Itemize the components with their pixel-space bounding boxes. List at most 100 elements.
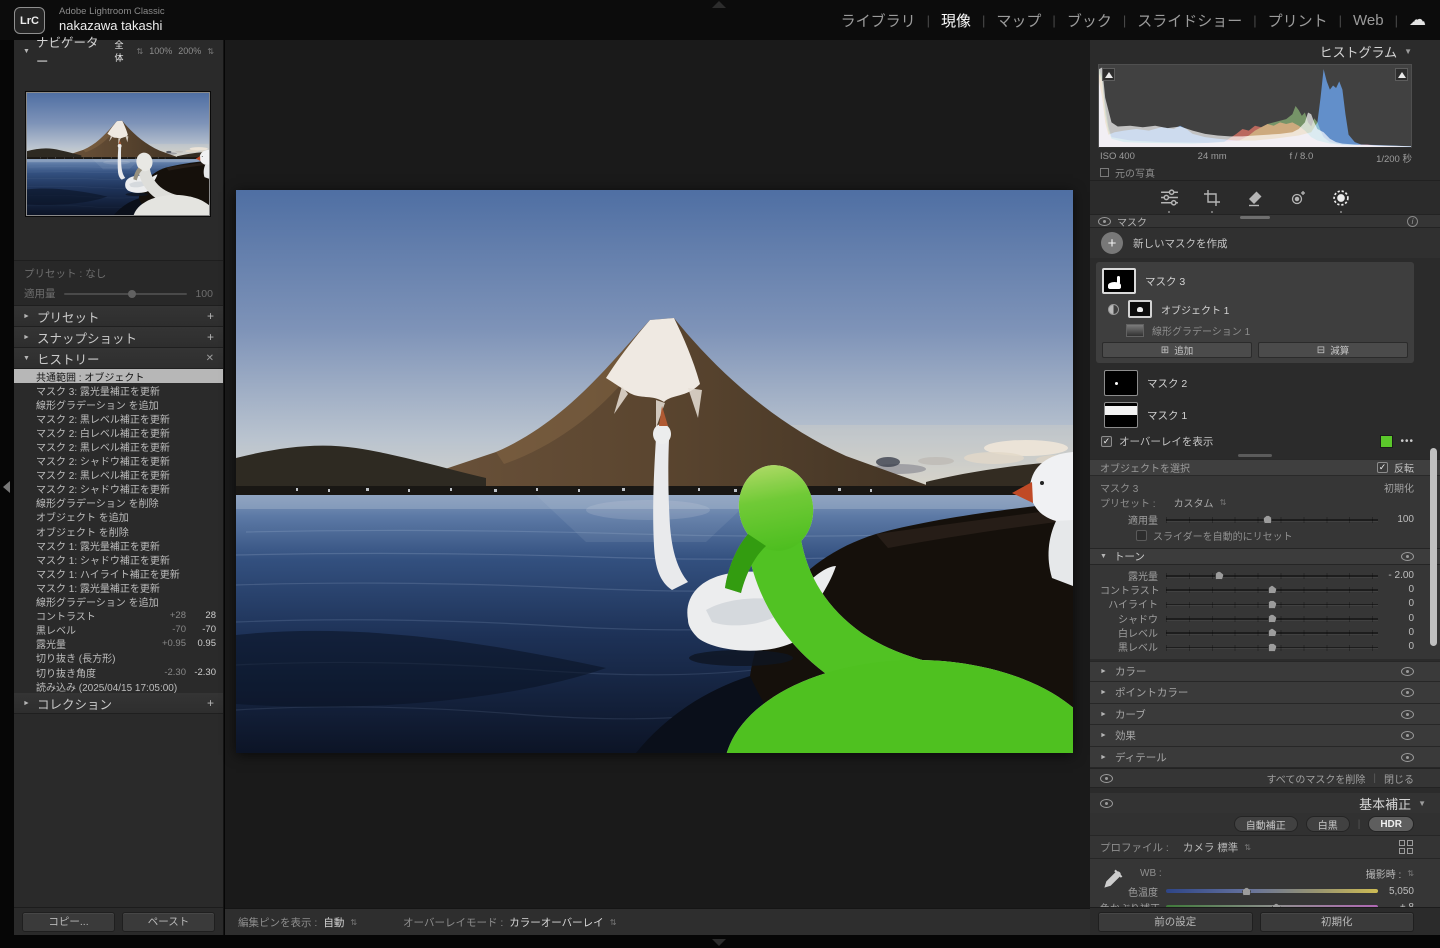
panel-drag-handle[interactable] (1238, 454, 1272, 457)
tone-slider-track[interactable] (1166, 598, 1378, 610)
zoom-200-option[interactable]: 200% (178, 46, 201, 56)
presets-section-header[interactable]: ► プリセット + (14, 306, 223, 327)
module-tab[interactable]: Web (1353, 12, 1384, 29)
healing-tool[interactable] (1244, 187, 1266, 209)
history-item[interactable]: マスク 2: 黒レベル補正を更新 (14, 439, 223, 453)
info-icon[interactable]: i (1407, 216, 1418, 227)
shadow-clipping-indicator[interactable] (1102, 68, 1115, 81)
zoom-100-option[interactable]: 100% (149, 46, 172, 56)
mask-reset-button[interactable]: 初期化 (1384, 480, 1414, 495)
tone-slider-thumb[interactable] (1268, 614, 1277, 623)
mask-1-row[interactable]: マスク 1 (1090, 399, 1440, 431)
add-to-mask-button[interactable]: ⊞ 追加 (1102, 342, 1252, 358)
auto-correct-button[interactable]: 自動補正 (1234, 816, 1298, 832)
delete-all-masks-button[interactable]: すべてのマスクを削除 (1266, 771, 1365, 786)
history-item[interactable]: 読み込み (2025/04/15 17:05:00) (14, 679, 223, 693)
edit-sliders-tool[interactable] (1158, 187, 1180, 209)
cloud-sync-icon[interactable]: ☁ (1409, 10, 1426, 30)
module-tab[interactable]: プリント (1268, 10, 1328, 31)
visibility-eye-icon[interactable] (1100, 774, 1113, 783)
module-tab[interactable]: ライブラリ (841, 10, 916, 31)
history-section-header[interactable]: ▼ ヒストリー ✕ (14, 348, 223, 369)
overlay-color-swatch[interactable] (1380, 435, 1393, 448)
original-photo-row[interactable]: 元の写真 (1090, 164, 1440, 181)
collapsed-section-1[interactable]: ►ポイントカラー (1090, 682, 1440, 704)
add-collection-icon[interactable]: + (207, 696, 214, 710)
create-mask-plus-icon[interactable]: + (1101, 232, 1123, 254)
object-1-row[interactable]: オブジェクト 1 (1102, 297, 1408, 321)
module-tab[interactable]: スライドショー (1137, 10, 1242, 31)
tone-slider-track[interactable] (1166, 583, 1378, 595)
add-preset-icon[interactable]: + (207, 309, 214, 323)
object-1-thumbnail[interactable] (1128, 300, 1152, 318)
module-tab[interactable]: マップ (996, 10, 1041, 31)
collapsed-section-4[interactable]: ►ディテール (1090, 747, 1440, 769)
highlight-clipping-indicator[interactable] (1395, 68, 1408, 81)
history-item[interactable]: コントラスト+2828 (14, 609, 223, 623)
history-item[interactable]: 切り抜き角度-2.30-2.30 (14, 665, 223, 679)
navigator-preview[interactable] (26, 92, 211, 216)
history-item[interactable]: マスク 1: シャドウ補正を更新 (14, 552, 223, 566)
preset-amount-slider[interactable] (64, 289, 188, 299)
mask-panel-header[interactable]: マスク i (1090, 214, 1440, 228)
left-panel-collapse-arrow[interactable] (3, 481, 10, 493)
tone-slider-thumb[interactable] (1268, 585, 1277, 594)
white-balance-eyedropper-icon[interactable] (1102, 867, 1125, 895)
tone-slider-track[interactable] (1166, 569, 1378, 581)
reset-button[interactable]: 初期化 (1260, 912, 1415, 932)
zoom-fit-option[interactable]: 全体 (115, 38, 131, 64)
mask-preset-value[interactable]: カスタム (1174, 495, 1214, 510)
create-mask-row[interactable]: + 新しいマスクを作成 (1090, 228, 1440, 258)
history-item[interactable]: 線形グラデーション を削除 (14, 496, 223, 510)
history-item[interactable]: オブジェクト を削除 (14, 524, 223, 538)
tone-slider-track[interactable] (1166, 612, 1378, 624)
collapsed-section-0[interactable]: ►カラー (1090, 661, 1440, 683)
histogram-header[interactable]: ヒストグラム ▼ (1090, 40, 1440, 62)
tone-slider-thumb[interactable] (1215, 571, 1224, 580)
tone-slider-track[interactable] (1166, 626, 1378, 638)
mask-3-row[interactable]: マスク 3 (1102, 265, 1408, 297)
collapsed-section-3[interactable]: ►効果 (1090, 725, 1440, 747)
edit-pins-value[interactable]: 自動 (323, 915, 344, 930)
copy-button[interactable]: コピー... (22, 912, 115, 932)
add-snapshot-icon[interactable]: + (207, 330, 214, 344)
snapshots-section-header[interactable]: ► スナップショット + (14, 327, 223, 348)
history-item[interactable]: 黒レベル-70-70 (14, 623, 223, 637)
show-overlay-checkbox[interactable]: ✓ (1101, 436, 1112, 447)
history-item[interactable]: マスク 1: 露光量補正を更新 (14, 580, 223, 594)
profile-value[interactable]: カメラ 標準 (1183, 840, 1238, 855)
tint-slider[interactable] (1166, 901, 1378, 907)
history-item[interactable]: 共通範囲 : オブジェクト (14, 369, 223, 383)
tone-section-header[interactable]: ▼ トーン (1090, 548, 1440, 565)
history-item[interactable]: マスク 1: 露光量補正を更新 (14, 538, 223, 552)
previous-settings-button[interactable]: 前の設定 (1098, 912, 1253, 932)
masking-tool[interactable] (1330, 187, 1352, 209)
panel-drag-handle[interactable] (1240, 216, 1270, 219)
panel-scrollbar[interactable] (1430, 448, 1437, 646)
visibility-eye-icon[interactable] (1401, 667, 1414, 676)
mask-2-thumbnail[interactable] (1104, 370, 1138, 396)
module-tab[interactable]: ブック (1067, 10, 1112, 31)
navigator-header[interactable]: ▼ ナビゲーター 全体 ⇅ 100% 200% ⇅ (14, 40, 223, 62)
wb-value[interactable]: 撮影時 : (1366, 866, 1402, 881)
visibility-eye-icon[interactable] (1401, 688, 1414, 697)
top-panel-collapse-handle[interactable] (712, 1, 726, 8)
history-item[interactable]: マスク 1: ハイライト補正を更新 (14, 566, 223, 580)
history-item[interactable]: マスク 2: シャドウ補正を更新 (14, 454, 223, 468)
auto-reset-checkbox[interactable] (1136, 530, 1147, 541)
visibility-eye-icon[interactable] (1100, 799, 1113, 808)
module-tab[interactable]: 現像 (941, 10, 971, 31)
history-item[interactable]: 線形グラデーション を追加 (14, 595, 223, 609)
mask-1-thumbnail[interactable] (1104, 402, 1138, 428)
visibility-eye-icon[interactable] (1401, 753, 1414, 762)
overlay-mode-value[interactable]: カラーオーバーレイ (509, 915, 603, 930)
collapsed-section-2[interactable]: ►カーブ (1090, 704, 1440, 726)
tone-slider-thumb[interactable] (1268, 643, 1277, 652)
basic-panel-header[interactable]: 基本補正 ▼ (1090, 793, 1440, 813)
history-item[interactable]: マスク 3: 露光量補正を更新 (14, 383, 223, 397)
crop-tool[interactable] (1201, 187, 1223, 209)
temperature-slider[interactable] (1166, 885, 1378, 897)
red-eye-tool[interactable] (1287, 187, 1309, 209)
mask-2-row[interactable]: マスク 2 (1090, 367, 1440, 399)
black-white-button[interactable]: 白黒 (1306, 816, 1350, 832)
